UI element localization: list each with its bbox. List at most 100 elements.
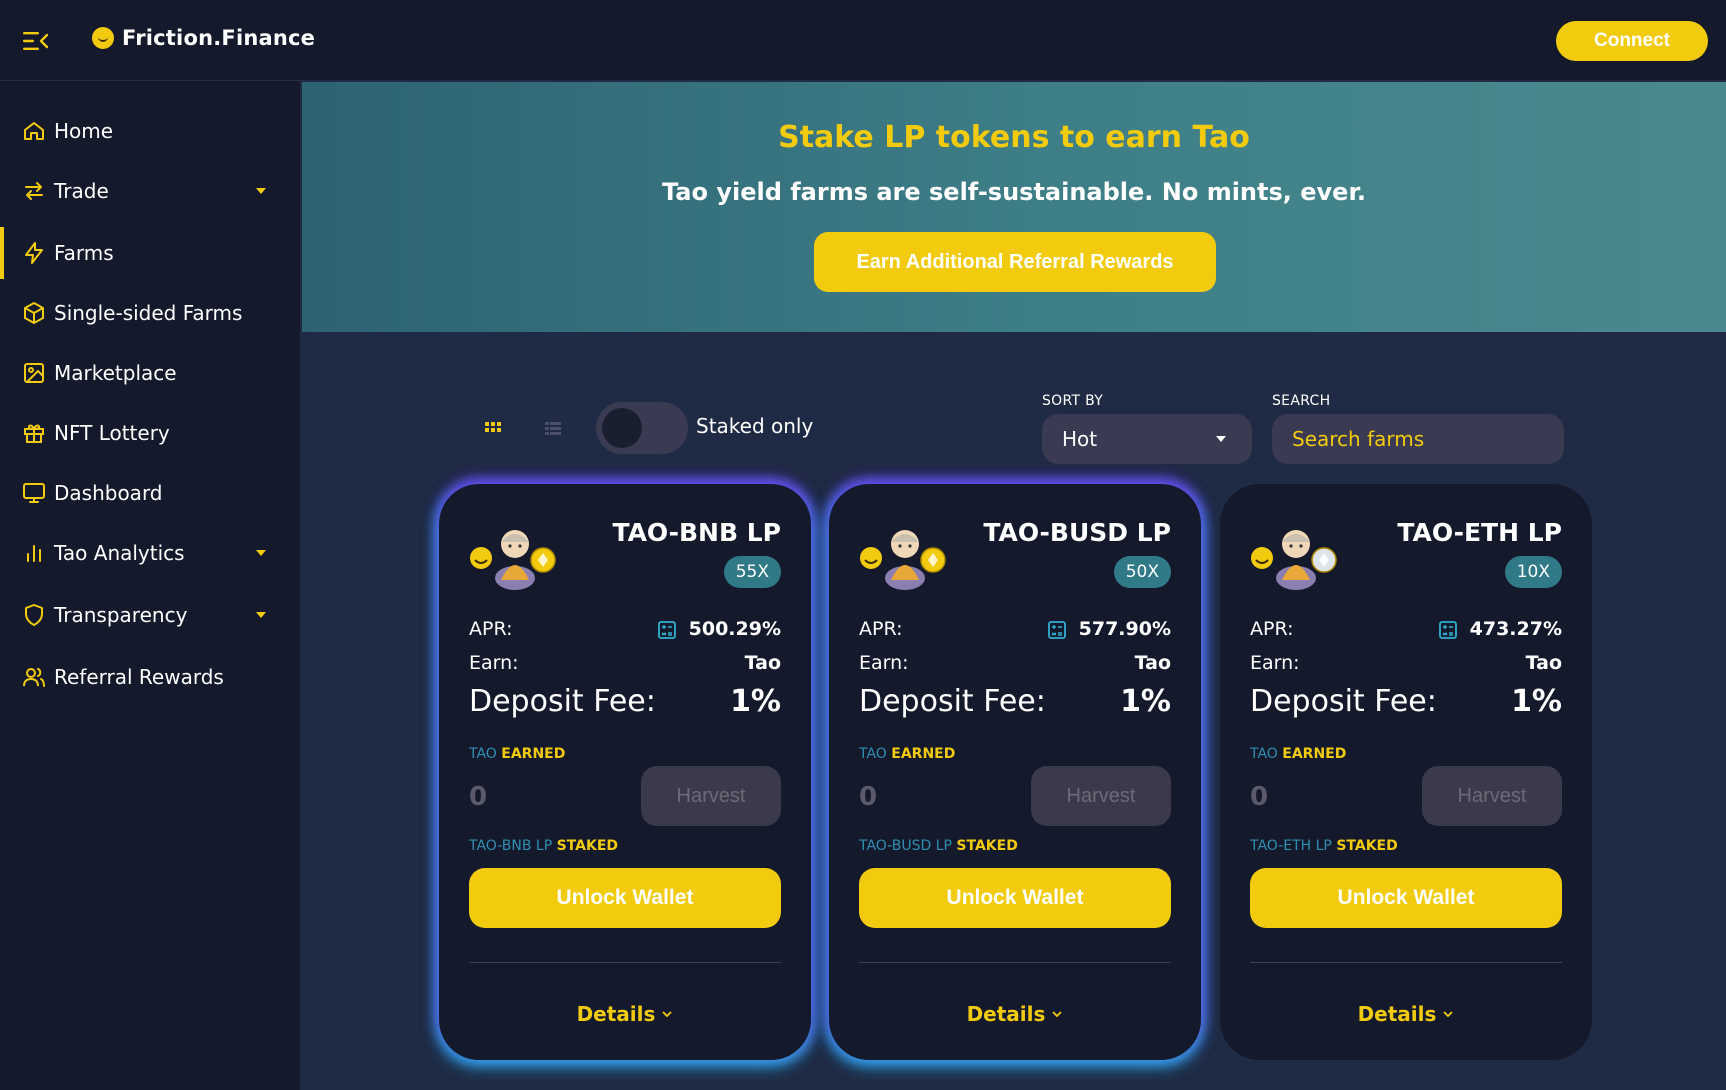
earned-token: TAO: [469, 746, 497, 762]
unlock-wallet-button[interactable]: Unlock Wallet: [1250, 868, 1562, 928]
details-toggle[interactable]: Details: [829, 1002, 1201, 1026]
deposit-fee-label: Deposit Fee:: [469, 684, 656, 719]
sidebar-item-label: Trade: [54, 179, 109, 203]
earn-value: Tao: [744, 652, 781, 674]
search-input[interactable]: [1272, 414, 1564, 464]
earned-value: 0: [469, 782, 488, 812]
earned-section-label: TAO EARNED: [859, 746, 955, 762]
earned-token: TAO: [859, 746, 887, 762]
top-bar: Friction.Finance Connect: [0, 0, 1726, 81]
chevron-down-icon: [1216, 436, 1226, 442]
farm-card: TAO-ETH LP 10X APR: 473.27% Earn: Tao Deposit …: [1220, 484, 1592, 1060]
deposit-fee-value: 1%: [1511, 684, 1562, 719]
unlock-wallet-button[interactable]: Unlock Wallet: [859, 868, 1171, 928]
staked-word: STAKED: [956, 838, 1018, 854]
deposit-fee-label: Deposit Fee:: [1250, 684, 1437, 719]
staked-token: TAO-ETH LP: [1250, 838, 1332, 854]
farm-name: TAO-ETH LP: [1397, 518, 1562, 547]
bar-chart-icon: [27, 545, 41, 562]
staked-section-label: TAO-ETH LP STAKED: [1250, 838, 1398, 854]
calculator-icon[interactable]: [657, 620, 677, 640]
connect-button[interactable]: Connect: [1556, 21, 1708, 61]
users-icon: [23, 668, 45, 687]
hero-banner: Stake LP tokens to earn Tao Tao yield fa…: [302, 82, 1726, 332]
calculator-icon[interactable]: [1438, 620, 1458, 640]
list-view-icon[interactable]: [542, 418, 564, 440]
chevron-down-icon: [1052, 1011, 1063, 1018]
shield-icon: [25, 604, 43, 626]
harvest-button[interactable]: Harvest: [641, 766, 781, 826]
deposit-fee-label: Deposit Fee:: [859, 684, 1046, 719]
brand[interactable]: Friction.Finance: [92, 26, 315, 50]
farm-token-pair-icon: [860, 530, 946, 590]
harvest-button[interactable]: Harvest: [1422, 766, 1562, 826]
farm-token-pair-icon: [1251, 530, 1337, 590]
card-divider: [469, 962, 781, 963]
multiplier-badge: 55X: [723, 556, 781, 588]
earned-section-label: TAO EARNED: [1250, 746, 1346, 762]
home-icon: [24, 122, 44, 140]
staked-word: STAKED: [556, 838, 619, 854]
details-toggle[interactable]: Details: [439, 1002, 811, 1026]
search-label: SEARCH: [1272, 393, 1331, 409]
details-label: Details: [1357, 1002, 1437, 1026]
monitor-icon: [23, 483, 45, 503]
bolt-icon: [25, 242, 43, 264]
sort-select[interactable]: Hot: [1042, 414, 1252, 464]
grid-view-icon[interactable]: [482, 418, 504, 440]
sidebar-item-marketplace[interactable]: Marketplace: [0, 347, 300, 399]
brand-logo-icon: [92, 27, 114, 49]
earn-label: Earn:: [859, 652, 909, 674]
multiplier-badge: 50X: [1113, 556, 1171, 588]
apr-value: 473.27%: [1469, 618, 1562, 640]
earned-value: 0: [1250, 782, 1269, 812]
multiplier-badge: 10X: [1504, 556, 1562, 588]
earned-word: EARNED: [501, 746, 566, 762]
details-label: Details: [576, 1002, 656, 1026]
card-divider: [1250, 962, 1562, 963]
earned-word: EARNED: [891, 746, 956, 762]
cube-icon: [24, 302, 44, 324]
sidebar-item-farms[interactable]: Farms: [0, 227, 300, 279]
sidebar-item-nft-lottery[interactable]: NFT Lottery: [0, 407, 300, 459]
staked-only-label: Staked only: [696, 414, 814, 438]
apr-label: APR:: [859, 618, 903, 640]
staked-section-label: TAO-BNB LP STAKED: [469, 838, 618, 854]
staked-word: STAKED: [1336, 838, 1398, 854]
earn-value: Tao: [1525, 652, 1562, 674]
toggle-knob: [602, 408, 642, 448]
referral-rewards-button[interactable]: Earn Additional Referral Rewards: [814, 232, 1216, 292]
earned-value: 0: [859, 782, 878, 812]
sidebar-item-dashboard[interactable]: Dashboard: [0, 467, 300, 519]
calculator-icon[interactable]: [1047, 620, 1067, 640]
sidebar-item-trade[interactable]: Trade: [0, 165, 300, 217]
sidebar-item-tao-analytics[interactable]: Tao Analytics: [0, 527, 300, 579]
sidebar-item-referral-rewards[interactable]: Referral Rewards: [0, 651, 300, 703]
sidebar-item-home[interactable]: Home: [0, 105, 300, 157]
sidebar-item-transparency[interactable]: Transparency: [0, 589, 300, 641]
harvest-button[interactable]: Harvest: [1031, 766, 1171, 826]
sidebar-item-label: Dashboard: [54, 481, 163, 505]
apr-label: APR:: [1250, 618, 1294, 640]
hero-subtitle: Tao yield farms are self-sustainable. No…: [662, 178, 1366, 206]
chevron-down-icon: [662, 1011, 673, 1018]
sidebar-item-single-sided-farms[interactable]: Single-sided Farms: [0, 287, 300, 339]
unlock-wallet-button[interactable]: Unlock Wallet: [469, 868, 781, 928]
sort-by-label: SORT BY: [1042, 393, 1104, 409]
farm-name: TAO-BNB LP: [612, 518, 781, 547]
image-icon: [24, 363, 44, 383]
earned-token: TAO: [1250, 746, 1278, 762]
details-toggle[interactable]: Details: [1220, 1002, 1592, 1026]
chevron-down-icon: [256, 612, 266, 618]
staked-only-toggle[interactable]: [596, 402, 688, 454]
earned-section-label: TAO EARNED: [469, 746, 565, 762]
earn-label: Earn:: [469, 652, 519, 674]
sidebar-item-label: Farms: [54, 241, 114, 265]
chevron-down-icon: [256, 550, 266, 556]
chevron-down-icon: [256, 188, 266, 194]
sidebar-item-label: NFT Lottery: [54, 421, 170, 445]
details-label: Details: [966, 1002, 1046, 1026]
farm-name: TAO-BUSD LP: [983, 518, 1171, 547]
chevron-down-icon: [1443, 1011, 1454, 1018]
menu-collapse-icon[interactable]: [22, 28, 52, 54]
